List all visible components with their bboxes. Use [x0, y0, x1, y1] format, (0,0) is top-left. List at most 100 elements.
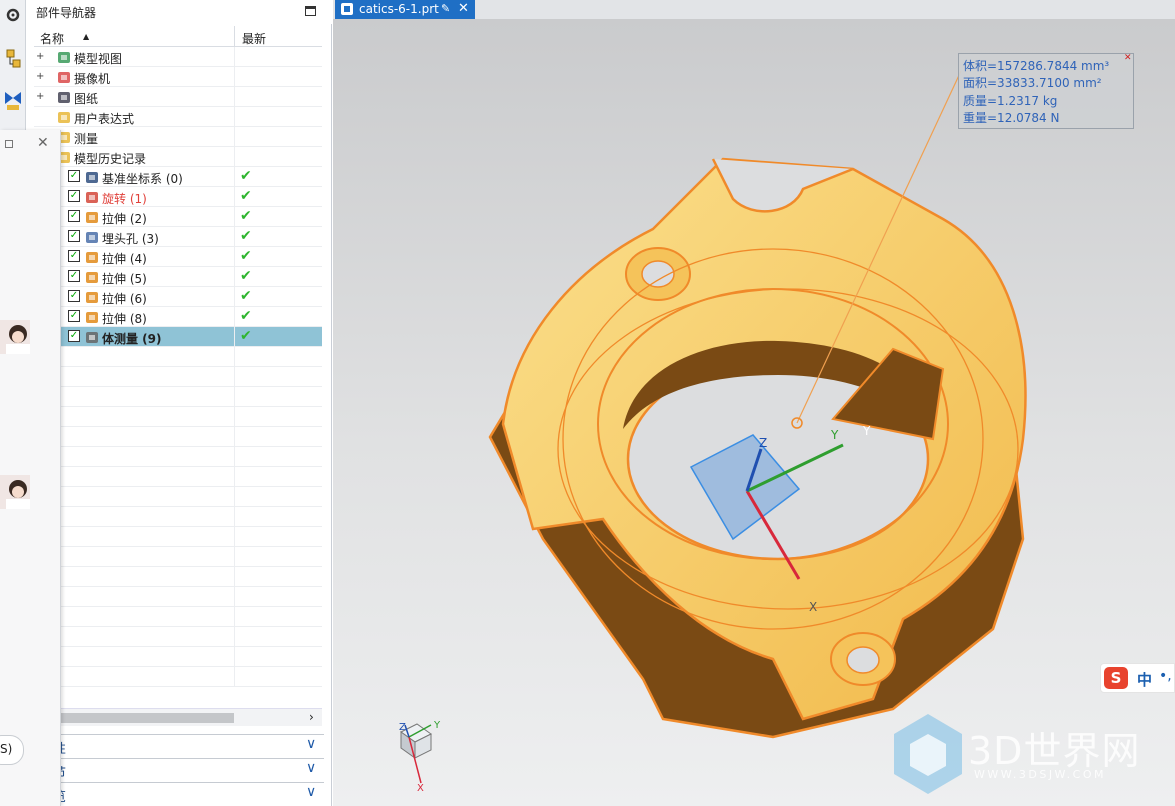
chevron-down-icon[interactable]: ∨ [306, 784, 316, 800]
feature-icon [56, 109, 72, 125]
measurement-annotation[interactable]: ✕ 体积=157286.7844 mm³ 面积=33833.7100 mm² 质… [958, 53, 1134, 129]
feature-icon [84, 269, 100, 285]
tree-row-label: 拉伸 (6) [102, 292, 147, 306]
tree-row[interactable]: ✓ 旋转 (1) ✔ [34, 187, 322, 207]
maximize-icon[interactable] [305, 6, 316, 16]
tree-row-label: 摄像机 [74, 72, 111, 86]
expand-icon[interactable]: + [36, 71, 44, 82]
tree-row[interactable]: + 模型视图 [34, 47, 322, 67]
model-scene[interactable]: X Y Z Y X Y Z [333, 19, 1175, 806]
feature-checkbox[interactable]: ✓ [68, 170, 80, 182]
tree-row-label: 埋头孔 (3) [102, 232, 159, 246]
tree-row[interactable]: 用户表达式 [34, 107, 322, 127]
feature-icon [84, 189, 100, 205]
empty-row [34, 667, 322, 687]
measure-mass: 质量=1.2317 kg [963, 94, 1058, 108]
feature-icon [84, 229, 100, 245]
overlay-button[interactable]: S) [0, 735, 24, 765]
tree-header: 名称 ▲ 最新 [34, 26, 322, 47]
feature-icon [84, 289, 100, 305]
avatar[interactable] [0, 475, 30, 509]
feature-checkbox[interactable]: ✓ [68, 290, 80, 302]
ime-toolbar[interactable]: S 中 •, [1100, 663, 1175, 693]
tree-row[interactable]: ✓ 基准坐标系 (0) ✔ [34, 167, 322, 187]
feature-checkbox[interactable]: ✓ [68, 250, 80, 262]
empty-row [34, 447, 322, 467]
part-file-icon [341, 3, 353, 15]
feature-checkbox[interactable]: ✓ [68, 310, 80, 322]
scrollbar-thumb[interactable] [58, 713, 234, 723]
tree-row[interactable]: ✓ 拉伸 (6) ✔ [34, 287, 322, 307]
tree-row[interactable]: ✓ 埋头孔 (3) ✔ [34, 227, 322, 247]
ime-language[interactable]: 中 [1137, 669, 1152, 690]
empty-row [34, 647, 322, 667]
watermark-url: WWW.3DSJW.COM [974, 768, 1106, 781]
tree-row[interactable]: 模型历史记录 [34, 147, 322, 167]
triad-y-label: Y [433, 720, 441, 731]
navigator-header: 部件导航器 [26, 0, 332, 24]
navigator-tree[interactable]: 名称 ▲ 最新 + 模型视图 + 摄像机 + 图纸 用户表达式 测量 模型历史记录 ✓ 基准坐标系 … [34, 26, 322, 706]
scroll-right-icon[interactable]: › [309, 710, 314, 724]
horizontal-scrollbar[interactable]: › [34, 708, 322, 726]
tree-row[interactable]: ✓ 拉伸 (5) ✔ [34, 267, 322, 287]
tree-row[interactable]: ✓ 拉伸 (8) ✔ [34, 307, 322, 327]
feature-checkbox[interactable]: ✓ [68, 210, 80, 222]
sort-asc-icon[interactable]: ▲ [83, 32, 89, 41]
csys-x-label: X [809, 600, 817, 614]
close-icon[interactable]: ✕ [37, 135, 49, 151]
csys-y-label: Y [830, 428, 839, 442]
ime-punctuation[interactable]: •, [1159, 668, 1172, 684]
feature-icon [84, 169, 100, 185]
column-latest-header[interactable]: 最新 [242, 30, 266, 47]
settings-gear-icon[interactable] [1, 2, 25, 28]
tree-row[interactable]: 测量 [34, 127, 322, 147]
tree-row-label: 拉伸 (8) [102, 312, 147, 326]
tree-row[interactable]: ✓ 拉伸 (4) ✔ [34, 247, 322, 267]
up-to-date-check-icon: ✔ [240, 328, 252, 344]
section-preview[interactable]: 预览 ∨ [34, 782, 324, 805]
floating-chat-window[interactable]: ✕ S) [0, 130, 61, 806]
up-to-date-check-icon: ✔ [240, 188, 252, 204]
watermark-title: 3D世界网 [968, 729, 1141, 773]
feature-icon [84, 309, 100, 325]
avatar[interactable] [0, 320, 30, 354]
tree-row-label: 体测量 (9) [102, 332, 162, 346]
sogou-logo-icon[interactable]: S [1104, 667, 1128, 689]
restore-icon[interactable] [5, 140, 13, 148]
tree-row[interactable]: ✓ 拉伸 (2) ✔ [34, 207, 322, 227]
column-name-header[interactable]: 名称 [40, 30, 64, 47]
expand-icon[interactable]: + [36, 51, 44, 62]
measure-area: 面积=33833.7100 mm² [963, 76, 1102, 90]
feature-icon [56, 49, 72, 65]
expand-icon[interactable]: + [36, 91, 44, 102]
feature-checkbox[interactable]: ✓ [68, 330, 80, 342]
part-navigator: 部件导航器 名称 ▲ 最新 + 模型视图 + 摄像机 + 图纸 用户表达式 测量 模型历史记录 ✓… [26, 0, 332, 806]
tree-row-label: 拉伸 (4) [102, 252, 147, 266]
empty-row [34, 607, 322, 627]
document-tab[interactable]: catics-6-1.prt ✎ ✕ [335, 0, 475, 19]
up-to-date-check-icon: ✔ [240, 308, 252, 324]
resource-bar [0, 0, 26, 130]
close-tab-icon[interactable]: ✕ [458, 1, 469, 16]
close-annotation-icon[interactable]: ✕ [1124, 53, 1132, 63]
chevron-down-icon[interactable]: ∨ [306, 736, 316, 752]
up-to-date-check-icon: ✔ [240, 268, 252, 284]
section-dependencies[interactable]: 关性 ∨ [34, 734, 324, 757]
tree-row[interactable]: + 图纸 [34, 87, 322, 107]
feature-checkbox[interactable]: ✓ [68, 270, 80, 282]
up-to-date-check-icon: ✔ [240, 248, 252, 264]
empty-row [34, 487, 322, 507]
feature-checkbox[interactable]: ✓ [68, 230, 80, 242]
feature-icon [84, 329, 100, 345]
feature-checkbox[interactable]: ✓ [68, 190, 80, 202]
assembly-navigator-icon[interactable] [1, 46, 25, 72]
tree-row-label: 拉伸 (5) [102, 272, 147, 286]
tree-row[interactable]: ✓ 体测量 (9) ✔ [34, 327, 322, 347]
tree-row-label: 测量 [74, 132, 99, 146]
edit-icon: ✎ [441, 2, 451, 15]
tree-row[interactable]: + 摄像机 [34, 67, 322, 87]
constraint-navigator-icon[interactable] [1, 88, 25, 114]
up-to-date-check-icon: ✔ [240, 288, 252, 304]
section-details[interactable]: 细节 ∨ [34, 758, 324, 781]
chevron-down-icon[interactable]: ∨ [306, 760, 316, 776]
